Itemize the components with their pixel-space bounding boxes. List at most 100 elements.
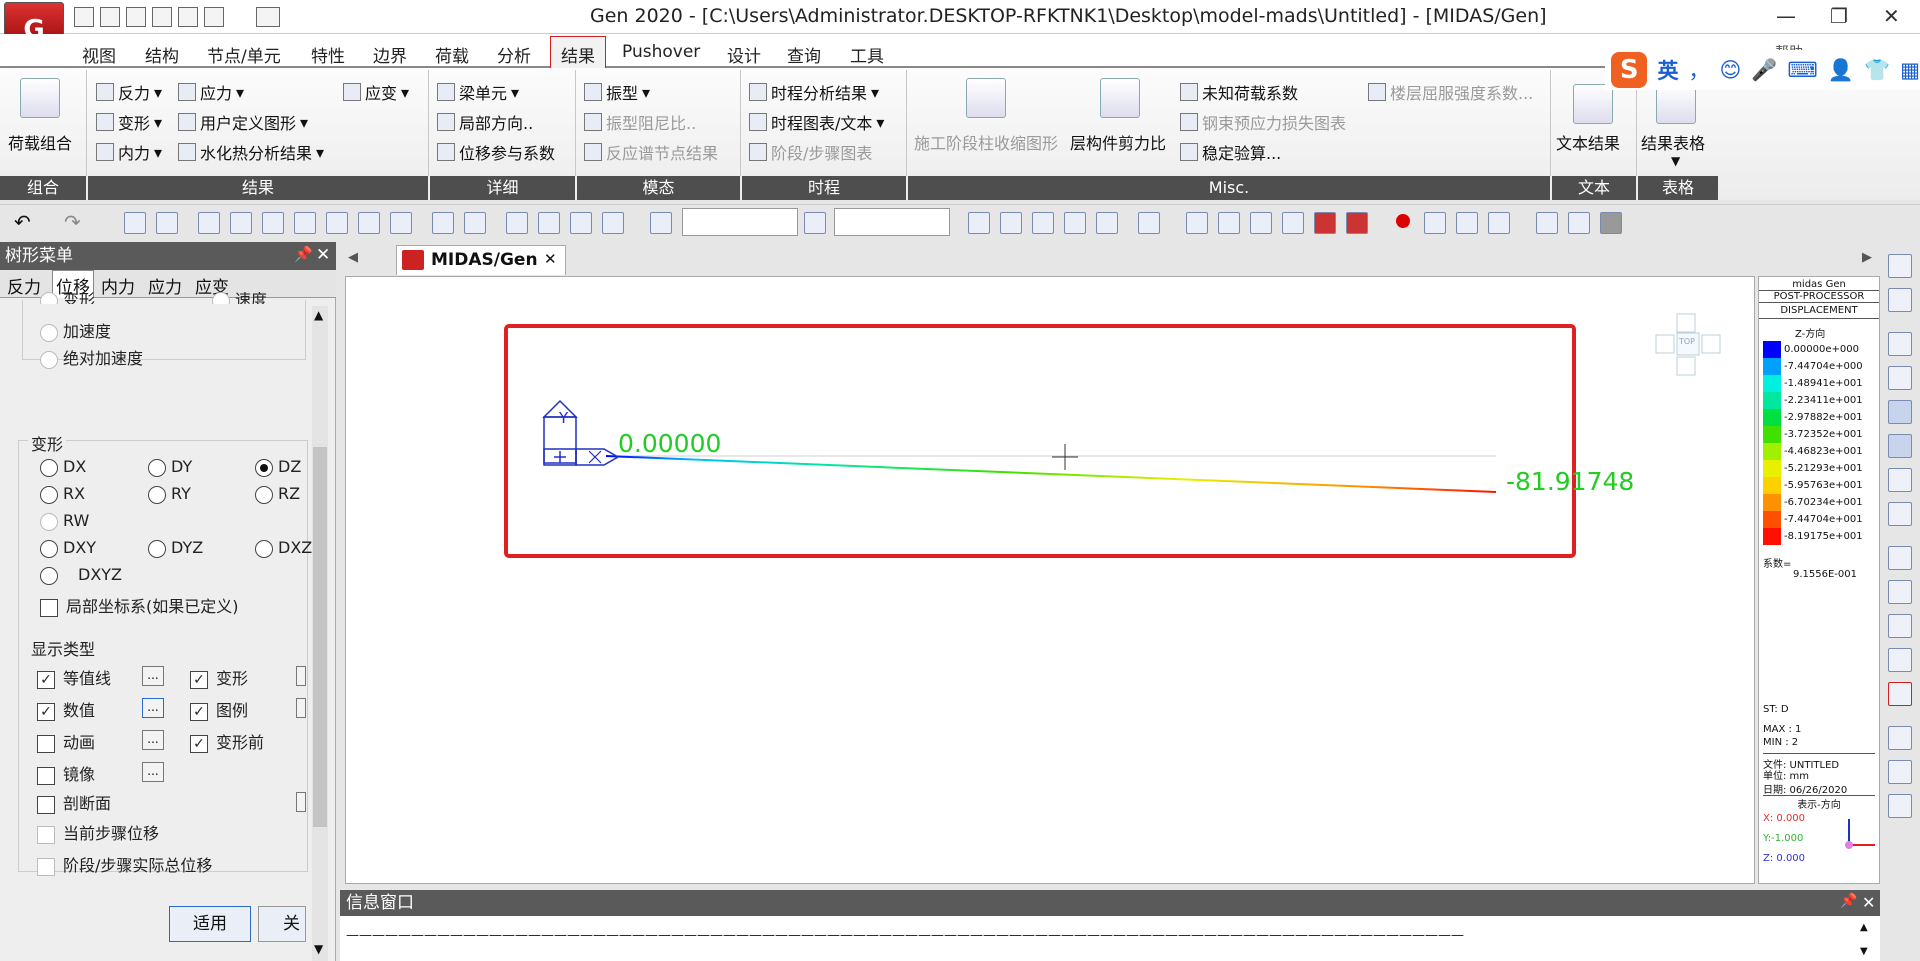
shrink-icon[interactable] [1250, 212, 1272, 234]
radio-absolute-acceleration[interactable]: 绝对加速度 [40, 345, 143, 369]
strain-button[interactable]: 应变 ▾ [343, 80, 409, 104]
story-yield-strength-button[interactable]: 楼层屈服强度系数... [1368, 80, 1533, 104]
ime-user-icon[interactable]: 👤 [1828, 58, 1854, 83]
scroll-down-icon[interactable]: ▼ [314, 942, 323, 956]
menu-view[interactable]: 视图 [82, 42, 116, 67]
select-polygon-icon[interactable] [262, 212, 284, 234]
radio-velocity[interactable]: 速度 [212, 292, 267, 304]
mirror-options-button[interactable]: ... [142, 762, 164, 782]
tab-close-icon[interactable]: ✕ [544, 250, 557, 268]
unselect-polygon-icon[interactable] [570, 212, 592, 234]
render-icon[interactable] [1346, 212, 1368, 234]
heat-of-hydration-button[interactable]: 水化热分析结果 ▾ [178, 140, 324, 164]
pan-icon[interactable] [1888, 760, 1912, 784]
undeformed-checkbox[interactable]: ✓ 变形前 [190, 729, 264, 753]
current-step-checkbox[interactable]: 当前步骤位移 [37, 820, 159, 844]
radio-dxy[interactable]: DXY [40, 538, 96, 558]
select-volume-icon[interactable] [358, 212, 380, 234]
midpoint-snap-icon[interactable] [1888, 468, 1912, 492]
ime-keyboard-icon[interactable]: ⌨ [1788, 58, 1818, 82]
apply-button[interactable]: 适用 [169, 906, 251, 942]
node-snap-icon[interactable] [1888, 332, 1912, 356]
element-number-icon[interactable] [1000, 212, 1022, 234]
intersection-snap-icon[interactable] [1888, 502, 1912, 526]
restore-button[interactable]: ❐ [1830, 4, 1848, 28]
scroll-up-icon[interactable]: ▲ [314, 308, 323, 322]
message-close-icon[interactable]: ✕ [1862, 893, 1875, 912]
load-display-icon[interactable] [1096, 212, 1118, 234]
contour-checkbox[interactable]: ✓ 等值线 [37, 665, 111, 689]
radio-rx[interactable]: RX [40, 484, 85, 504]
message-scroll-up-icon[interactable]: ▲ [1860, 922, 1868, 933]
unselect-window-icon[interactable] [538, 212, 560, 234]
section-cut-checkbox[interactable]: 剖断面 [37, 790, 111, 814]
tab-reaction[interactable]: 反力 [7, 273, 41, 298]
inactivate-icon[interactable] [464, 212, 486, 234]
pick-node-icon[interactable] [650, 212, 672, 234]
menu-results[interactable]: 结果 [550, 36, 606, 70]
activate-icon[interactable] [432, 212, 454, 234]
length-icon[interactable] [1032, 212, 1054, 234]
menu-load[interactable]: 荷载 [435, 42, 469, 67]
ime-skin-icon[interactable]: 👕 [1864, 58, 1890, 83]
tab-force[interactable]: 内力 [101, 273, 135, 298]
legend-checkbox[interactable]: ✓ 图例 [190, 697, 248, 721]
stability-check-button[interactable]: 稳定验算... [1180, 140, 1281, 164]
zoom-in-icon[interactable] [1888, 614, 1912, 638]
result-table-button[interactable]: 结果表格 [1641, 130, 1705, 154]
undo-icon[interactable]: ↶ [14, 210, 31, 234]
stress-button[interactable]: 应力 ▾ [178, 80, 244, 104]
zoom-out-icon[interactable] [1888, 648, 1912, 672]
new-file-icon[interactable] [74, 7, 94, 27]
snap-grid-icon[interactable] [1888, 288, 1912, 312]
zoom-fit-active-icon[interactable] [1888, 682, 1912, 706]
load-combination-button[interactable]: 荷载组合 [8, 130, 72, 154]
reaction-button[interactable]: 反力 ▾ [96, 80, 162, 104]
dynamic-zoom-icon[interactable] [1888, 726, 1912, 750]
stage-step-chart-button[interactable]: 阶段/步骤图表 [749, 140, 872, 164]
menu-tools[interactable]: 工具 [850, 42, 884, 67]
tendon-loss-button[interactable]: 钢束预应力损失图表 [1180, 110, 1346, 134]
close-button[interactable]: 关闭 [258, 906, 306, 942]
unselect-icon[interactable] [506, 212, 528, 234]
select-tool-icon[interactable] [124, 212, 146, 234]
menu-design[interactable]: 设计 [727, 42, 761, 67]
values-checkbox[interactable]: ✓ 数值 [37, 697, 95, 721]
element-tool-icon[interactable] [1456, 212, 1478, 234]
select-intersect-icon[interactable] [294, 212, 316, 234]
radio-dz[interactable]: DZ [255, 457, 301, 477]
panel-close-icon[interactable]: ✕ [316, 245, 330, 265]
iso-view-icon[interactable] [1218, 212, 1240, 234]
local-coordinate-checkbox[interactable]: 局部坐标系(如果已定义) [40, 593, 239, 617]
result-table-dropdown-icon[interactable]: ▼ [1671, 154, 1680, 168]
select-plane-icon[interactable] [326, 212, 348, 234]
sogou-ime-icon[interactable]: S [1611, 52, 1648, 88]
section-options-button[interactable] [296, 792, 306, 812]
open-project-icon[interactable] [126, 7, 146, 27]
shade-icon[interactable] [1314, 212, 1336, 234]
radio-dx[interactable]: DX [40, 457, 86, 477]
radio-rw[interactable]: RW [40, 511, 89, 531]
menu-structure[interactable]: 结构 [145, 42, 179, 67]
tree-scrollbar-thumb[interactable] [313, 447, 327, 827]
unlock-icon[interactable] [1568, 212, 1590, 234]
tab-scroll-left-icon[interactable]: ◀ [348, 250, 358, 265]
rotate-icon[interactable] [1888, 794, 1912, 818]
pick-element-icon[interactable] [804, 212, 826, 234]
copy-tool-icon[interactable] [1536, 212, 1558, 234]
record-icon[interactable] [1396, 214, 1410, 228]
tab-stress[interactable]: 应力 [148, 273, 182, 298]
radio-ry[interactable]: RY [148, 484, 191, 504]
time-history-chart-button[interactable]: 时程图表/文本 ▾ [749, 110, 884, 134]
minimize-button[interactable]: — [1776, 4, 1796, 28]
model-view-canvas[interactable]: Y TOP 0.00000 -81.91748 [345, 276, 1755, 884]
radio-rz[interactable]: RZ [255, 484, 300, 504]
close-window-button[interactable]: ✕ [1883, 4, 1900, 28]
modal-damping-button[interactable]: 振型阻尼比.. [584, 110, 696, 134]
mode-shape-button[interactable]: 振型 ▾ [584, 80, 650, 104]
force-button[interactable]: 内力 ▾ [96, 140, 162, 164]
quick-access-dropdown-icon[interactable] [256, 7, 280, 27]
menu-boundary[interactable]: 边界 [373, 42, 407, 67]
node-number-icon[interactable] [968, 212, 990, 234]
local-direction-button[interactable]: 局部方向.. [437, 110, 533, 134]
